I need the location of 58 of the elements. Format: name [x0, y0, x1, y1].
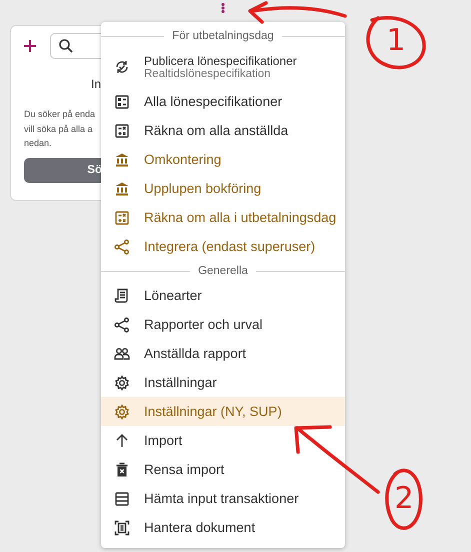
bank-icon [114, 152, 130, 168]
annotation-number: 2 [394, 481, 414, 516]
menu-item[interactable]: Rapporter och urval [101, 310, 345, 339]
section-heading: För utbetalningsdag [172, 30, 274, 42]
item-label: Räkna om alla anställda [144, 123, 288, 138]
gear-icon [114, 374, 130, 390]
share-icon [114, 238, 130, 254]
item-label: Hämta input transaktioner [144, 491, 299, 506]
card-title: In [90, 77, 101, 91]
item-label: Rapporter och urval [144, 317, 263, 332]
item-label: Publicera lönespecifikationer [144, 54, 297, 68]
menu-item[interactable]: Hantera dokument [101, 513, 345, 542]
item-label: Inställningar (NY, SUP) [144, 404, 282, 419]
item-label: Lönearter [144, 288, 202, 303]
item-label: Hantera dokument [144, 520, 256, 535]
sync-check-icon [114, 58, 130, 74]
menu-item[interactable]: Import [101, 426, 345, 455]
menu-item[interactable]: Räkna om alla anställda [101, 116, 345, 145]
menu-item[interactable]: Rensa import [101, 455, 345, 484]
people-icon [114, 346, 130, 362]
item-label: Rensa import [144, 462, 224, 477]
menu-item[interactable]: Inställningar (NY, SUP) [101, 397, 345, 426]
annotation-number: 1 [386, 23, 406, 58]
gear-icon [114, 404, 130, 420]
list-icon [114, 94, 130, 110]
item-label: Anställda rapport [144, 346, 246, 361]
menu-item[interactable]: Omkontering [101, 145, 345, 174]
calculator-icon [114, 122, 130, 138]
item-label: Räkna om alla i utbetalningsdag [144, 210, 336, 225]
item-label: Upplupen bokföring [144, 181, 262, 196]
section-heading: Generella [198, 265, 248, 277]
arrow-up-icon [114, 432, 130, 448]
menu-item[interactable]: Publicera lönespecifikationer Realtidslönespecifikation [101, 46, 345, 87]
plus-icon[interactable] [24, 40, 36, 52]
menu-item[interactable]: Alla lönespecifikationer [101, 87, 345, 116]
table-icon [114, 490, 130, 506]
bank-icon [114, 180, 130, 196]
search-icon [59, 39, 73, 53]
menu-item[interactable]: Inställningar [101, 368, 345, 397]
item-sublabel: Realtidslönespecifikation [144, 68, 272, 80]
menu-item[interactable]: Anställda rapport [101, 339, 345, 368]
item-label: Integrera (endast superuser) [144, 239, 316, 254]
menu-item[interactable]: Lönearter [101, 281, 345, 310]
item-label: Inställningar [144, 375, 217, 390]
scan-document-icon [114, 520, 130, 536]
menu-item[interactable]: Upplupen bokföring [101, 174, 345, 203]
trash-icon [114, 462, 130, 478]
calculator-icon [114, 210, 130, 226]
more-icon[interactable] [221, 3, 225, 13]
item-label: Omkontering [144, 152, 222, 167]
item-label: Import [144, 433, 182, 448]
share-icon [114, 316, 130, 332]
document-icon [114, 288, 130, 304]
menu-item[interactable]: Integrera (endast superuser) [101, 232, 345, 261]
item-label: Alla lönespecifikationer [144, 94, 282, 109]
info-text: Du söker på enda vill söka på alla a nedan. [24, 108, 96, 150]
menu-item[interactable]: Hämta input transaktioner [101, 484, 345, 513]
menu-item[interactable]: Räkna om alla i utbetalningsdag [101, 203, 345, 232]
